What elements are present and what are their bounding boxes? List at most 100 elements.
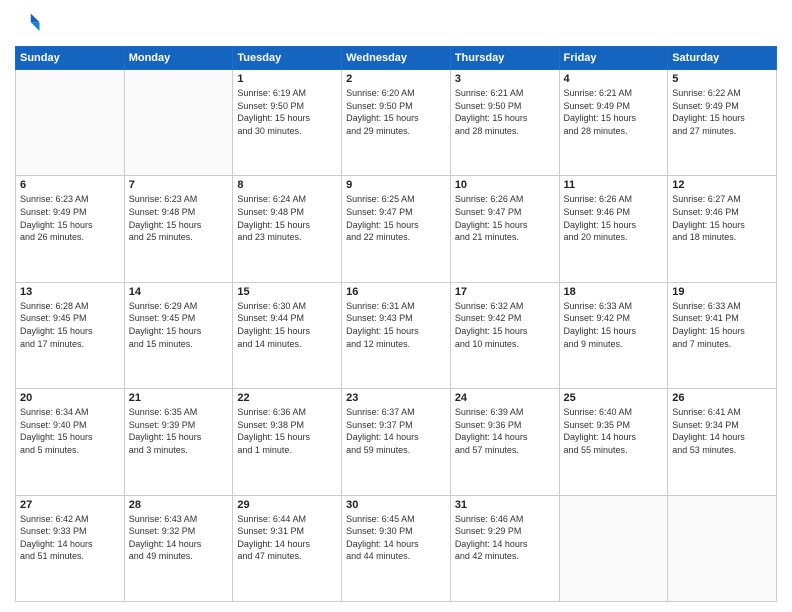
- calendar-cell: 16 Sunrise: 6:31 AM Sunset: 9:43 PM Dayli…: [342, 282, 451, 388]
- calendar-cell: 20 Sunrise: 6:34 AM Sunset: 9:40 PM Dayli…: [16, 389, 125, 495]
- calendar-cell: 8 Sunrise: 6:24 AM Sunset: 9:48 PM Daylig…: [233, 176, 342, 282]
- calendar-cell: [124, 70, 233, 176]
- day-number: 11: [564, 179, 664, 191]
- weekday-header-saturday: Saturday: [668, 47, 777, 70]
- day-number: 24: [455, 392, 555, 404]
- day-info: Sunrise: 6:44 AM Sunset: 9:31 PM Dayligh…: [237, 513, 337, 563]
- calendar-table: SundayMondayTuesdayWednesdayThursdayFrid…: [15, 46, 777, 602]
- day-info: Sunrise: 6:46 AM Sunset: 9:29 PM Dayligh…: [455, 513, 555, 563]
- day-number: 3: [455, 73, 555, 85]
- weekday-header-sunday: Sunday: [16, 47, 125, 70]
- week-row-2: 6 Sunrise: 6:23 AM Sunset: 9:49 PM Daylig…: [16, 176, 777, 282]
- day-info: Sunrise: 6:26 AM Sunset: 9:47 PM Dayligh…: [455, 193, 555, 243]
- calendar-cell: [559, 495, 668, 601]
- week-row-1: 1Sunrise: 6:19 AM Sunset: 9:50 PM Daylig…: [16, 70, 777, 176]
- logo-icon: [15, 10, 43, 38]
- calendar-cell: 31 Sunrise: 6:46 AM Sunset: 9:29 PM Dayli…: [450, 495, 559, 601]
- day-info: Sunrise: 6:32 AM Sunset: 9:42 PM Dayligh…: [455, 300, 555, 350]
- day-info: Sunrise: 6:24 AM Sunset: 9:48 PM Dayligh…: [237, 193, 337, 243]
- weekday-header-thursday: Thursday: [450, 47, 559, 70]
- day-info: Sunrise: 6:28 AM Sunset: 9:45 PM Dayligh…: [20, 300, 120, 350]
- calendar-cell: 3Sunrise: 6:21 AM Sunset: 9:50 PM Daylig…: [450, 70, 559, 176]
- calendar-cell: 12Sunrise: 6:27 AM Sunset: 9:46 PM Dayli…: [668, 176, 777, 282]
- day-number: 27: [20, 499, 120, 511]
- day-info: Sunrise: 6:43 AM Sunset: 9:32 PM Dayligh…: [129, 513, 229, 563]
- weekday-header-tuesday: Tuesday: [233, 47, 342, 70]
- day-info: Sunrise: 6:21 AM Sunset: 9:49 PM Dayligh…: [564, 87, 664, 137]
- calendar-cell: 26 Sunrise: 6:41 AM Sunset: 9:34 PM Dayli…: [668, 389, 777, 495]
- day-number: 29: [237, 499, 337, 511]
- day-info: Sunrise: 6:42 AM Sunset: 9:33 PM Dayligh…: [20, 513, 120, 563]
- calendar-cell: 29 Sunrise: 6:44 AM Sunset: 9:31 PM Dayli…: [233, 495, 342, 601]
- page: SundayMondayTuesdayWednesdayThursdayFrid…: [0, 0, 792, 612]
- day-info: Sunrise: 6:20 AM Sunset: 9:50 PM Dayligh…: [346, 87, 446, 137]
- day-info: Sunrise: 6:41 AM Sunset: 9:34 PM Dayligh…: [672, 406, 772, 456]
- calendar-cell: 2Sunrise: 6:20 AM Sunset: 9:50 PM Daylig…: [342, 70, 451, 176]
- week-row-5: 27 Sunrise: 6:42 AM Sunset: 9:33 PM Dayli…: [16, 495, 777, 601]
- day-info: Sunrise: 6:23 AM Sunset: 9:48 PM Dayligh…: [129, 193, 229, 243]
- day-info: Sunrise: 6:39 AM Sunset: 9:36 PM Dayligh…: [455, 406, 555, 456]
- day-number: 15: [237, 286, 337, 298]
- day-number: 6: [20, 179, 120, 191]
- day-info: Sunrise: 6:31 AM Sunset: 9:43 PM Dayligh…: [346, 300, 446, 350]
- calendar-cell: [668, 495, 777, 601]
- day-number: 28: [129, 499, 229, 511]
- calendar-cell: 11Sunrise: 6:26 AM Sunset: 9:46 PM Dayli…: [559, 176, 668, 282]
- day-number: 13: [20, 286, 120, 298]
- calendar-cell: 30 Sunrise: 6:45 AM Sunset: 9:30 PM Dayli…: [342, 495, 451, 601]
- day-info: Sunrise: 6:30 AM Sunset: 9:44 PM Dayligh…: [237, 300, 337, 350]
- day-number: 14: [129, 286, 229, 298]
- day-info: Sunrise: 6:35 AM Sunset: 9:39 PM Dayligh…: [129, 406, 229, 456]
- weekday-header-row: SundayMondayTuesdayWednesdayThursdayFrid…: [16, 47, 777, 70]
- day-number: 16: [346, 286, 446, 298]
- weekday-header-friday: Friday: [559, 47, 668, 70]
- day-number: 18: [564, 286, 664, 298]
- week-row-4: 20 Sunrise: 6:34 AM Sunset: 9:40 PM Dayli…: [16, 389, 777, 495]
- day-info: Sunrise: 6:33 AM Sunset: 9:41 PM Dayligh…: [672, 300, 772, 350]
- day-info: Sunrise: 6:33 AM Sunset: 9:42 PM Dayligh…: [564, 300, 664, 350]
- day-info: Sunrise: 6:37 AM Sunset: 9:37 PM Dayligh…: [346, 406, 446, 456]
- calendar-cell: 7Sunrise: 6:23 AM Sunset: 9:48 PM Daylig…: [124, 176, 233, 282]
- day-number: 10: [455, 179, 555, 191]
- calendar-cell: 1Sunrise: 6:19 AM Sunset: 9:50 PM Daylig…: [233, 70, 342, 176]
- day-number: 19: [672, 286, 772, 298]
- day-number: 31: [455, 499, 555, 511]
- day-number: 8: [237, 179, 337, 191]
- day-number: 30: [346, 499, 446, 511]
- weekday-header-monday: Monday: [124, 47, 233, 70]
- week-row-3: 13 Sunrise: 6:28 AM Sunset: 9:45 PM Dayli…: [16, 282, 777, 388]
- day-number: 4: [564, 73, 664, 85]
- logo: [15, 10, 47, 38]
- day-number: 20: [20, 392, 120, 404]
- calendar-cell: 25Sunrise: 6:40 AM Sunset: 9:35 PM Dayli…: [559, 389, 668, 495]
- calendar-cell: 5Sunrise: 6:22 AM Sunset: 9:49 PM Daylig…: [668, 70, 777, 176]
- day-number: 1: [237, 73, 337, 85]
- calendar-cell: 27 Sunrise: 6:42 AM Sunset: 9:33 PM Dayli…: [16, 495, 125, 601]
- calendar-cell: 4 Sunrise: 6:21 AM Sunset: 9:49 PM Daylig…: [559, 70, 668, 176]
- weekday-header-wednesday: Wednesday: [342, 47, 451, 70]
- calendar-cell: [16, 70, 125, 176]
- calendar-cell: 17 Sunrise: 6:32 AM Sunset: 9:42 PM Dayli…: [450, 282, 559, 388]
- calendar-cell: 10 Sunrise: 6:26 AM Sunset: 9:47 PM Dayli…: [450, 176, 559, 282]
- calendar-cell: 24 Sunrise: 6:39 AM Sunset: 9:36 PM Dayli…: [450, 389, 559, 495]
- header: [15, 10, 777, 38]
- day-number: 12: [672, 179, 772, 191]
- day-info: Sunrise: 6:23 AM Sunset: 9:49 PM Dayligh…: [20, 193, 120, 243]
- day-number: 26: [672, 392, 772, 404]
- day-info: Sunrise: 6:45 AM Sunset: 9:30 PM Dayligh…: [346, 513, 446, 563]
- calendar-cell: 28 Sunrise: 6:43 AM Sunset: 9:32 PM Dayli…: [124, 495, 233, 601]
- day-info: Sunrise: 6:40 AM Sunset: 9:35 PM Dayligh…: [564, 406, 664, 456]
- day-info: Sunrise: 6:34 AM Sunset: 9:40 PM Dayligh…: [20, 406, 120, 456]
- calendar-cell: 9 Sunrise: 6:25 AM Sunset: 9:47 PM Daylig…: [342, 176, 451, 282]
- calendar-cell: 19 Sunrise: 6:33 AM Sunset: 9:41 PM Dayli…: [668, 282, 777, 388]
- calendar-cell: 6 Sunrise: 6:23 AM Sunset: 9:49 PM Daylig…: [16, 176, 125, 282]
- day-number: 9: [346, 179, 446, 191]
- day-info: Sunrise: 6:25 AM Sunset: 9:47 PM Dayligh…: [346, 193, 446, 243]
- calendar-cell: 14Sunrise: 6:29 AM Sunset: 9:45 PM Dayli…: [124, 282, 233, 388]
- calendar-cell: 21 Sunrise: 6:35 AM Sunset: 9:39 PM Dayli…: [124, 389, 233, 495]
- day-number: 17: [455, 286, 555, 298]
- day-info: Sunrise: 6:36 AM Sunset: 9:38 PM Dayligh…: [237, 406, 337, 456]
- day-info: Sunrise: 6:22 AM Sunset: 9:49 PM Dayligh…: [672, 87, 772, 137]
- day-number: 21: [129, 392, 229, 404]
- calendar-cell: 23Sunrise: 6:37 AM Sunset: 9:37 PM Dayli…: [342, 389, 451, 495]
